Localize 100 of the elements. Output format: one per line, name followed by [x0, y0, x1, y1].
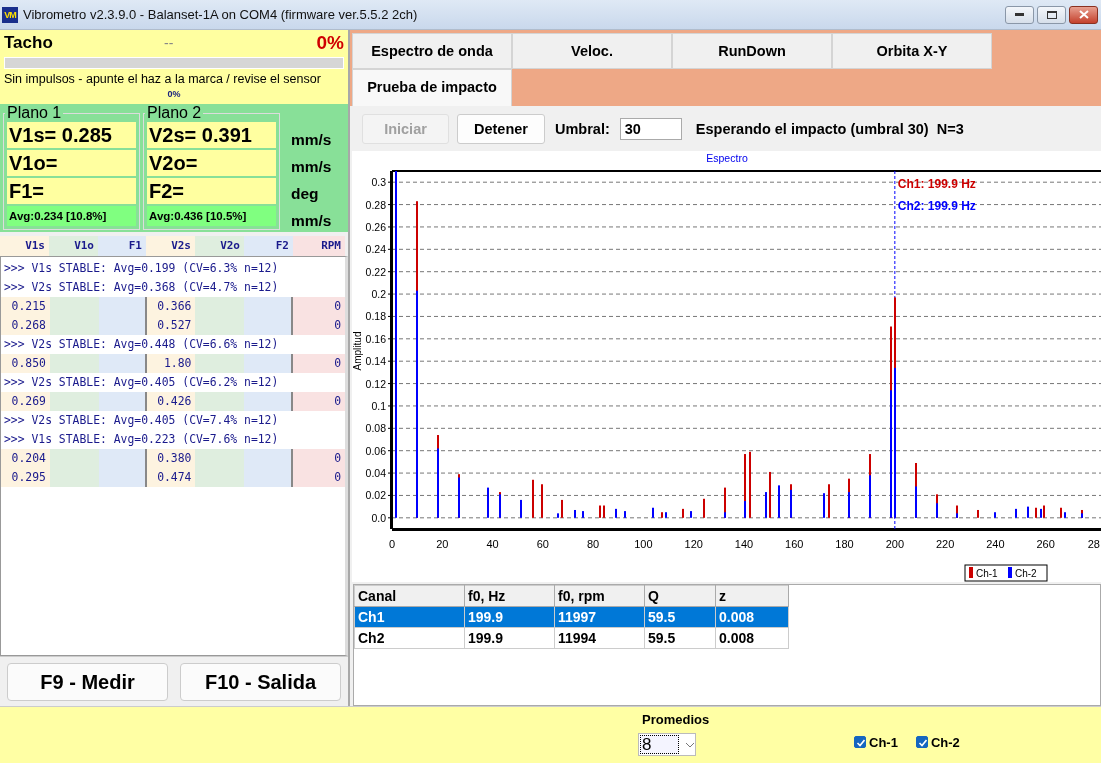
- table-cell: [98, 449, 147, 468]
- checkbox[interactable]: [915, 736, 928, 748]
- legend-swatch: [969, 567, 973, 579]
- table-row[interactable]: Ch2 199.9 11994 59.5 0.008: [354, 627, 789, 649]
- tick-label: 0.3: [371, 176, 386, 189]
- table-cell: 0.268: [1, 316, 50, 335]
- table-cell: 0: [293, 449, 345, 468]
- table-cell: [244, 297, 294, 316]
- table-cell: 0.269: [1, 392, 50, 411]
- rpm-value: --: [164, 35, 175, 51]
- table-cell: [49, 468, 99, 487]
- column-header: RPM: [293, 236, 345, 256]
- column-header[interactable]: f0, rpm: [554, 585, 645, 607]
- column-header[interactable]: z: [715, 585, 789, 607]
- window-title: Vibrometro v2.3.9.0 - Balanset-1A on COM4 (firmware ver.5.5.2 2ch): [23, 7, 419, 22]
- table-cell: 1.80: [146, 354, 196, 373]
- averaging-label: Promedios: [642, 712, 710, 727]
- caret-icon: [685, 741, 695, 748]
- maximize-button[interactable]: [1037, 5, 1066, 24]
- tick-label: 0.0: [371, 512, 386, 525]
- unit-label: deg: [291, 184, 320, 204]
- tick-label: 40: [486, 538, 499, 551]
- tick-label: 0: [388, 538, 396, 551]
- column-header: V2o: [195, 236, 244, 256]
- reading-field: V2s= 0.391: [147, 122, 276, 148]
- table-cell: 0.204: [1, 449, 50, 468]
- tick-label: 0.16: [365, 333, 386, 346]
- tick-label: 0.22: [365, 266, 386, 279]
- table-cell: [49, 297, 99, 316]
- axis-label-fragment: 28: [1087, 538, 1100, 551]
- minimize-button[interactable]: [1005, 5, 1034, 24]
- reading-field: F2=: [147, 178, 276, 204]
- table-cell: 0.850: [1, 354, 50, 373]
- close-button[interactable]: [1069, 5, 1098, 24]
- table-cell: 0.215: [1, 297, 50, 316]
- average-reading: Avg:0.234 [10.8%]: [7, 206, 136, 226]
- log-line: >>> V2s STABLE: Avg=0.405 (CV=6.2% n=12): [3, 374, 280, 391]
- dropdown[interactable]: 8: [638, 733, 696, 756]
- table-cell: [195, 297, 245, 316]
- tick-label: 0.18: [365, 310, 386, 323]
- legend-label: Ch-2: [1015, 568, 1037, 580]
- tick-label: 0.2: [371, 288, 386, 301]
- column-header: V1s: [0, 236, 49, 256]
- table-cell: [195, 354, 245, 373]
- tick-label: 140: [734, 538, 754, 551]
- tick-label: 260: [1036, 538, 1055, 551]
- table-cell: [49, 449, 99, 468]
- table-cell: [195, 468, 245, 487]
- table-row[interactable]: Ch1 199.9 11997 59.5 0.008: [354, 606, 789, 628]
- stop-button[interactable]: Detener: [457, 113, 545, 144]
- log-line: >>> V2s STABLE: Avg=0.448 (CV=6.6% n=12): [3, 336, 280, 353]
- table-cell: [244, 316, 294, 335]
- reading-field: V2o=: [147, 150, 276, 176]
- checkbox[interactable]: [854, 736, 866, 748]
- tick-label: 60: [536, 538, 549, 551]
- unit-label: mm/s: [291, 130, 332, 150]
- table-cell: 0.426: [146, 392, 196, 411]
- table-cell: 11994: [554, 627, 645, 649]
- tick-label: 0.12: [365, 378, 386, 390]
- table-cell: 0.366: [146, 297, 196, 316]
- tab[interactable]: Espectro de onda: [352, 33, 512, 69]
- tick-label: 0.08: [365, 422, 386, 435]
- function-button[interactable]: F9 - Medir: [7, 663, 168, 701]
- column-header[interactable]: f0, Hz: [464, 585, 555, 607]
- table-cell: [49, 354, 99, 373]
- tick-label: 0.14: [365, 355, 386, 368]
- table-cell: [49, 392, 99, 411]
- table-cell: [244, 468, 294, 487]
- tick-label: 80: [587, 538, 600, 551]
- minimize-icon: [1015, 13, 1024, 16]
- tacho-percent: 0%: [316, 32, 344, 54]
- table-cell: [244, 354, 294, 373]
- log-line: >>> V1s STABLE: Avg=0.223 (CV=7.6% n=12): [3, 431, 280, 448]
- log-line: >>> V2s STABLE: Avg=0.368 (CV=4.7% n=12): [3, 279, 280, 296]
- tab[interactable]: Veloc.: [512, 33, 672, 69]
- cursor-label: Ch2: 199.9 Hz: [897, 199, 976, 214]
- tick-label: 220: [935, 538, 955, 551]
- cursor-label: Ch1: 199.9 Hz: [897, 177, 976, 192]
- threshold-field[interactable]: 30: [619, 117, 682, 140]
- tab[interactable]: Orbita X-Y: [832, 33, 992, 69]
- column-header[interactable]: Canal: [354, 585, 465, 607]
- tick-label: 0.24: [365, 243, 386, 256]
- log-line: >>> V1s STABLE: Avg=0.199 (CV=6.3% n=12): [3, 260, 280, 277]
- tick-label: 180: [835, 538, 854, 551]
- table-cell: [98, 297, 147, 316]
- column-header[interactable]: Q: [644, 585, 716, 607]
- tab[interactable]: RunDown: [672, 33, 832, 69]
- tab[interactable]: Prueba de impacto: [352, 69, 512, 106]
- tick-label: 240: [986, 538, 1005, 551]
- axis-title: Amplitud: [352, 332, 363, 371]
- table-cell: [98, 316, 147, 335]
- maximize-icon: [1046, 10, 1057, 19]
- tick-label: 0.06: [365, 445, 386, 458]
- threshold-label: Umbral:: [555, 120, 610, 137]
- log-line: >>> V2s STABLE: Avg=0.405 (CV=7.4% n=12): [3, 412, 280, 429]
- column-header: F1: [98, 236, 146, 256]
- function-button[interactable]: F10 - Salida: [180, 663, 341, 701]
- tick-label: 0.26: [365, 221, 386, 234]
- table-cell: [195, 316, 245, 335]
- close-icon: [1078, 10, 1089, 19]
